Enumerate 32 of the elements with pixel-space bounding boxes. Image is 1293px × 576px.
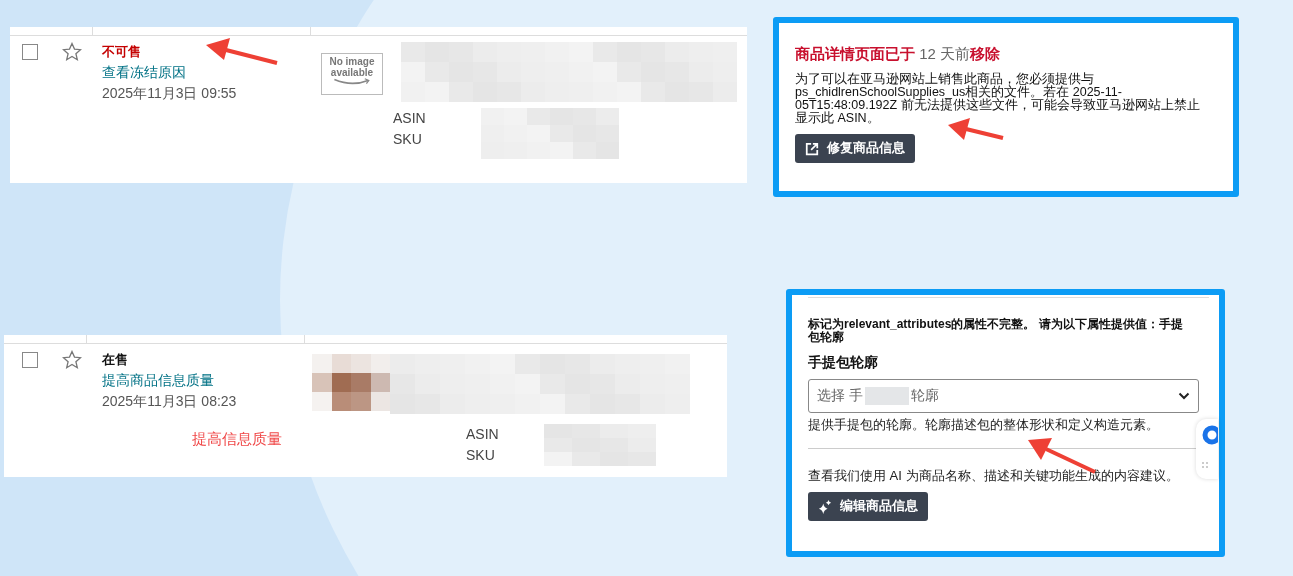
star-icon[interactable] — [62, 42, 82, 62]
hint-text: 提供手提包的轮廓。轮廓描述包的整体形状和定义构造元素。 — [808, 417, 1160, 434]
status-label: 不可售 — [102, 43, 141, 61]
sparkle-icon — [818, 499, 832, 514]
external-link-icon — [805, 141, 819, 156]
chevron-down-icon — [1178, 392, 1190, 400]
field-label: 手提包轮廓 — [808, 354, 879, 372]
checkbox[interactable] — [22, 44, 38, 60]
alert-message: 为了可以在亚马逊网站上销售此商品，您必须提供与 ps_chidlrenSchoolSupplies_us相关的文件。若在 2025-11-05T15:48:09.192Z 前无法提供这些文件，可能会导致亚马逊网站上禁止显示此 ASIN。 — [795, 73, 1201, 125]
smile-icon — [332, 78, 372, 86]
asin-label: ASIN — [393, 109, 427, 128]
fix-listing-button[interactable]: 修复商品信息 — [795, 134, 915, 163]
date-text: 2025年11月3日 08:23 — [102, 392, 238, 411]
date-text: 2025年11月3日 09:55 — [102, 84, 238, 103]
asin-label: ASIN — [466, 425, 500, 444]
alert-title: 商品详情页面已于 12 天前移除 — [795, 44, 1002, 64]
status-label: 在售 — [102, 351, 128, 369]
sku-label: SKU — [466, 446, 496, 465]
chat-widget-icon[interactable] — [1196, 419, 1218, 479]
star-icon[interactable] — [62, 350, 82, 370]
attribute-message: 标记为relevant_attributes的属性不完整。 请为以下属性提供值：手提包轮廓 — [808, 318, 1184, 344]
select-field[interactable]: 选择 手 轮廓 — [808, 379, 1199, 413]
listing-link[interactable]: 提高商品信息质量 — [102, 370, 312, 391]
checkbox[interactable] — [22, 352, 38, 368]
annotation-text: 提高信息质量 — [192, 430, 282, 449]
sku-label: SKU — [393, 130, 423, 149]
listing-link[interactable]: 查看冻结原因 — [102, 62, 321, 83]
no-image-text: No image available — [328, 56, 376, 78]
edit-listing-button[interactable]: 编辑商品信息 — [808, 492, 928, 521]
arrow-drawing — [206, 38, 278, 65]
arrow-drawing — [948, 118, 1004, 140]
ai-suggestion-text: 查看我们使用 AI 为商品名称、描述和关键功能生成的内容建议。 — [808, 469, 1180, 483]
